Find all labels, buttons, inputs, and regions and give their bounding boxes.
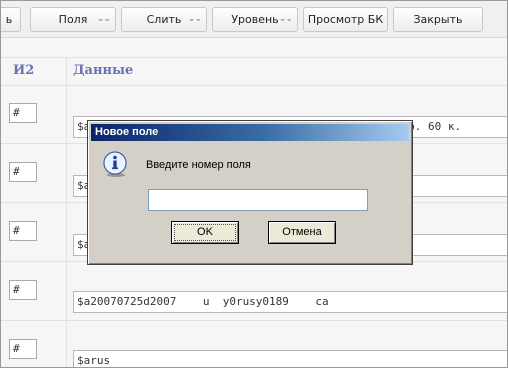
chevron-down-icon: ⌄⌄: [278, 14, 293, 24]
level-menu-label: Уровень: [231, 13, 279, 26]
row-number-input[interactable]: #: [9, 162, 37, 182]
toolbar-button-partial[interactable]: ь: [1, 7, 21, 32]
fields-menu-label: Поля: [58, 13, 88, 26]
toolbar-button-label: ь: [5, 13, 13, 26]
column-header-data: Данные: [73, 63, 134, 78]
grid-line: [66, 57, 67, 367]
dialog-title: Новое поле: [95, 126, 159, 138]
view-record-button[interactable]: Просмотр БК: [303, 7, 388, 32]
dialog-prompt: Введите номер поля: [146, 159, 251, 171]
toolbar: ь Поля ⌄⌄ Слить ⌄⌄ Уровень ⌄⌄ Просмотр Б…: [1, 1, 507, 38]
row-number-input[interactable]: #: [9, 221, 37, 241]
new-field-dialog: Новое поле Введите номер поля OK Отмена: [87, 120, 413, 265]
level-menu-button[interactable]: Уровень ⌄⌄: [212, 7, 298, 32]
chevron-down-icon: ⌄⌄: [96, 14, 111, 24]
dialog-title-bar[interactable]: Новое поле: [91, 124, 409, 141]
editor-window: ь Поля ⌄⌄ Слить ⌄⌄ Уровень ⌄⌄ Просмотр Б…: [0, 0, 508, 368]
chevron-down-icon: ⌄⌄: [187, 14, 202, 24]
column-header-i2: И2: [13, 63, 35, 78]
row-number-input[interactable]: #: [9, 103, 37, 123]
merge-menu-button[interactable]: Слить ⌄⌄: [121, 7, 207, 32]
close-button[interactable]: Закрыть: [393, 7, 483, 32]
fields-menu-button[interactable]: Поля ⌄⌄: [30, 7, 116, 32]
row-number-input[interactable]: #: [9, 339, 37, 359]
grid-line: [1, 320, 507, 321]
row-number-input[interactable]: #: [9, 280, 37, 300]
field-number-input[interactable]: [148, 189, 368, 211]
merge-menu-label: Слить: [146, 13, 182, 26]
grid-line: [1, 85, 507, 86]
ok-button[interactable]: OK: [171, 221, 239, 244]
close-label: Закрыть: [413, 13, 463, 26]
row-data-field[interactable]: $arus: [73, 350, 507, 367]
info-icon: [102, 151, 128, 177]
row-data-field[interactable]: $a20070725d2007 u y0rusy0189 ca: [73, 291, 507, 313]
view-record-label: Просмотр БК: [307, 13, 384, 26]
cancel-button[interactable]: Отмена: [268, 221, 336, 244]
